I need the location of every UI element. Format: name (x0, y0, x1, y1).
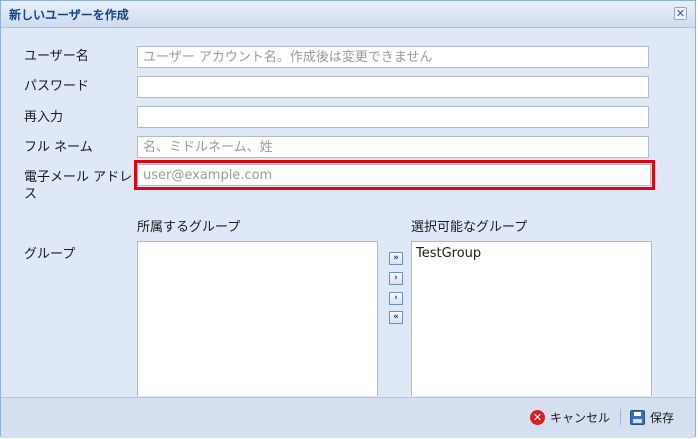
email-label: 電子メール アドレス (24, 170, 133, 202)
create-user-dialog: 新しいユーザーを作成 ✕ ユーザー名 パスワード 再入力 フル ネーム 電子メー… (0, 0, 696, 438)
close-icon[interactable]: ✕ (674, 7, 687, 20)
save-button[interactable]: 保存 (630, 407, 674, 427)
member-groups-list[interactable] (137, 241, 378, 396)
dialog-toolbar: ✕ キャンセル 保存 (1, 397, 695, 438)
dialog-body: ユーザー名 パスワード 再入力 フル ネーム 電子メール アドレス 所属するグル… (3, 28, 693, 396)
fullname-label: フル ネーム (24, 140, 93, 155)
password-label: パスワード (24, 79, 90, 94)
double-arrow-left-icon[interactable]: « (389, 311, 403, 324)
save-label: 保存 (650, 410, 675, 425)
arrow-right-icon[interactable]: › (389, 272, 403, 285)
save-icon (630, 409, 645, 425)
member-groups-header: 所属するグループ (137, 220, 241, 235)
reenter-label: 再入力 (24, 110, 64, 125)
reenter-password-input[interactable] (137, 106, 649, 128)
email-input[interactable] (137, 164, 651, 186)
cancel-label: キャンセル (550, 410, 611, 425)
available-groups-header: 選択可能なグループ (411, 220, 528, 235)
username-input[interactable] (137, 46, 649, 68)
toolbar-separator (620, 409, 621, 425)
cancel-button[interactable]: ✕ キャンセル (530, 407, 610, 427)
list-item[interactable]: TestGroup (412, 242, 651, 265)
dialog-title: 新しいユーザーを作成 (9, 8, 129, 22)
fullname-input[interactable] (137, 136, 649, 158)
double-arrow-right-icon[interactable]: » (389, 252, 403, 265)
dialog-titlebar: 新しいユーザーを作成 ✕ (1, 1, 695, 28)
password-input[interactable] (137, 76, 649, 98)
available-groups-list[interactable]: TestGroup (411, 241, 652, 396)
username-label: ユーザー名 (24, 49, 89, 64)
groups-label: グループ (24, 247, 76, 262)
cancel-icon: ✕ (530, 409, 545, 425)
arrow-left-icon[interactable]: ‹ (389, 292, 403, 305)
